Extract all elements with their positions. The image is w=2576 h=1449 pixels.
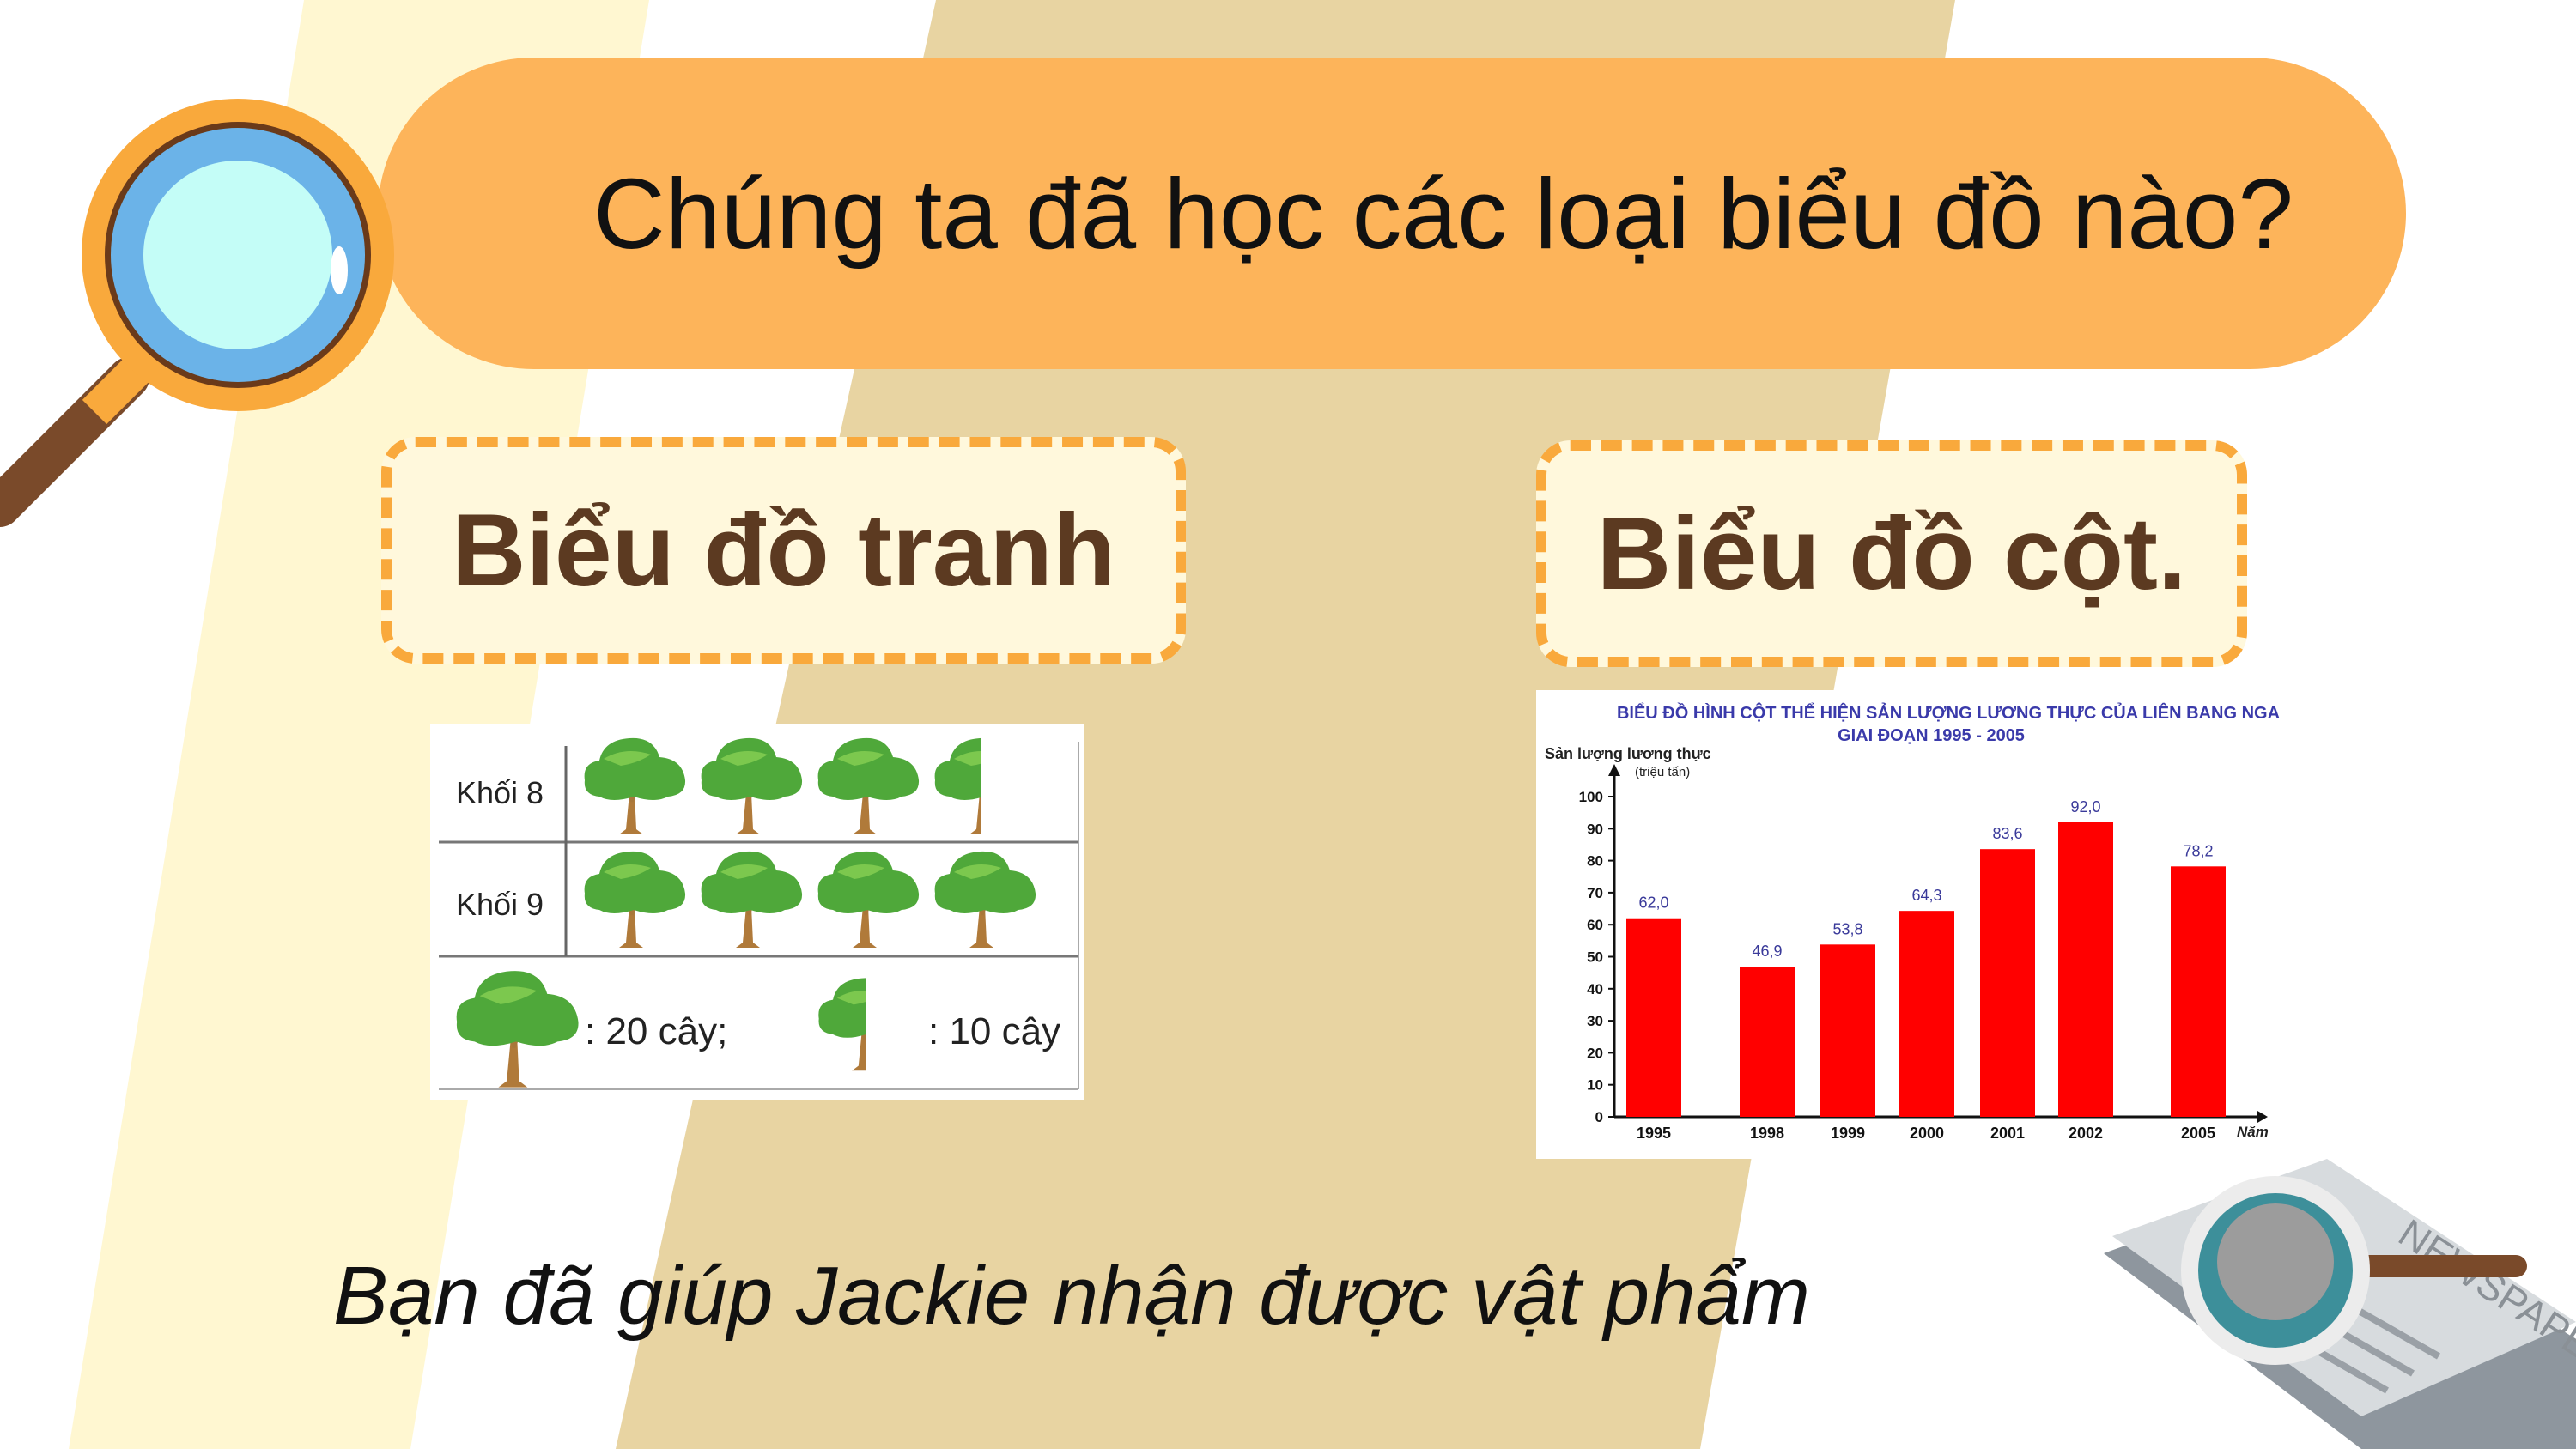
x-tick-label: 2002 <box>2069 1125 2103 1142</box>
y-tick-label: 80 <box>1587 853 1603 870</box>
title-banner: Chúng ta đã học các loại biểu đồ nào? <box>378 58 2406 369</box>
tree-icon <box>454 969 580 1089</box>
bar-2001 <box>1980 849 2035 1117</box>
y-tick-label: 30 <box>1587 1013 1603 1029</box>
tree-icon-half <box>933 737 981 836</box>
pictograph: Khối 8 Khối 9 : 20 cây; : 10 cây <box>430 724 1084 1100</box>
tree-icon <box>700 737 804 836</box>
data-label: 92,0 <box>2070 798 2100 815</box>
row-label: Khối 9 <box>456 887 544 922</box>
card-bar-chart: Biểu đồ cột. <box>1536 440 2247 667</box>
y-tick-label: 10 <box>1587 1077 1603 1094</box>
y-tick-label: 50 <box>1587 949 1603 966</box>
tree-icon <box>583 737 687 836</box>
chart-subtitle: GIAI ĐOẠN 1995 - 2005 <box>1838 726 2025 745</box>
chart-title: BIỂU ĐỒ HÌNH CỘT THỂ HIỆN SẢN LƯỢNG LƯƠN… <box>1617 702 2280 723</box>
data-label: 46,9 <box>1752 943 1782 960</box>
y-tick-label: 100 <box>1579 789 1603 805</box>
x-tick-label: 1998 <box>1750 1125 1784 1142</box>
legend-half-tree: : 10 cây <box>928 1010 1060 1052</box>
bar-1995 <box>1626 918 1681 1117</box>
data-label: 62,0 <box>1638 894 1668 912</box>
tree-icon <box>817 850 920 949</box>
bar-1998 <box>1740 967 1795 1117</box>
y-tick-label: 40 <box>1587 981 1603 997</box>
x-tick-label: 2005 <box>2181 1125 2215 1142</box>
card-label: Biểu đồ cột. <box>1596 496 2187 611</box>
x-tick-label: 1995 <box>1637 1125 1671 1142</box>
y-tick-label: 90 <box>1587 821 1603 837</box>
row-label: Khối 8 <box>456 775 544 810</box>
bar-2002 <box>2058 822 2113 1117</box>
magnifier-icon <box>0 99 394 527</box>
data-label: 78,2 <box>2183 842 2213 859</box>
footer-text: Bạn đã giúp Jackie nhận được vật phẩm <box>333 1250 1810 1342</box>
bar-1999 <box>1820 944 1875 1117</box>
x-axis-label: Năm <box>2237 1124 2269 1140</box>
y-tick-label: 20 <box>1587 1045 1603 1061</box>
x-tick-label: 2000 <box>1910 1125 1944 1142</box>
card-label: Biểu đồ tranh <box>451 493 1116 608</box>
tree-icon <box>583 850 687 949</box>
data-label: 64,3 <box>1911 887 1941 904</box>
x-tick-label: 1999 <box>1831 1125 1865 1142</box>
y-axis-unit: (triệu tấn) <box>1635 765 1690 779</box>
tree-icon <box>817 737 920 836</box>
x-tick-label: 2001 <box>1990 1125 2025 1142</box>
bar-2005 <box>2171 866 2226 1117</box>
bar-chart: BIỂU ĐỒ HÌNH CỘT THỂ HIỆN SẢN LƯỢNG LƯƠN… <box>1536 690 2300 1159</box>
y-tick-label: 0 <box>1595 1109 1603 1125</box>
tree-icon-half <box>817 976 866 1072</box>
card-pictograph: Biểu đồ tranh <box>381 437 1186 664</box>
data-label: 53,8 <box>1832 920 1862 937</box>
y-tick-label: 70 <box>1587 885 1603 901</box>
tree-icon <box>933 850 1037 949</box>
page-title: Chúng ta đã học các loại biểu đồ nào? <box>593 157 2293 270</box>
bar-2000 <box>1899 911 1954 1117</box>
tree-icon <box>700 850 804 949</box>
legend-full-tree: : 20 cây; <box>585 1010 727 1052</box>
y-tick-label: 60 <box>1587 917 1603 933</box>
newspaper-magnifier-icon: NEWSPAPER <box>2104 1159 2576 1449</box>
y-axis-label: Sản lượng lương thực <box>1545 745 1711 762</box>
data-label: 83,6 <box>1992 825 2022 842</box>
